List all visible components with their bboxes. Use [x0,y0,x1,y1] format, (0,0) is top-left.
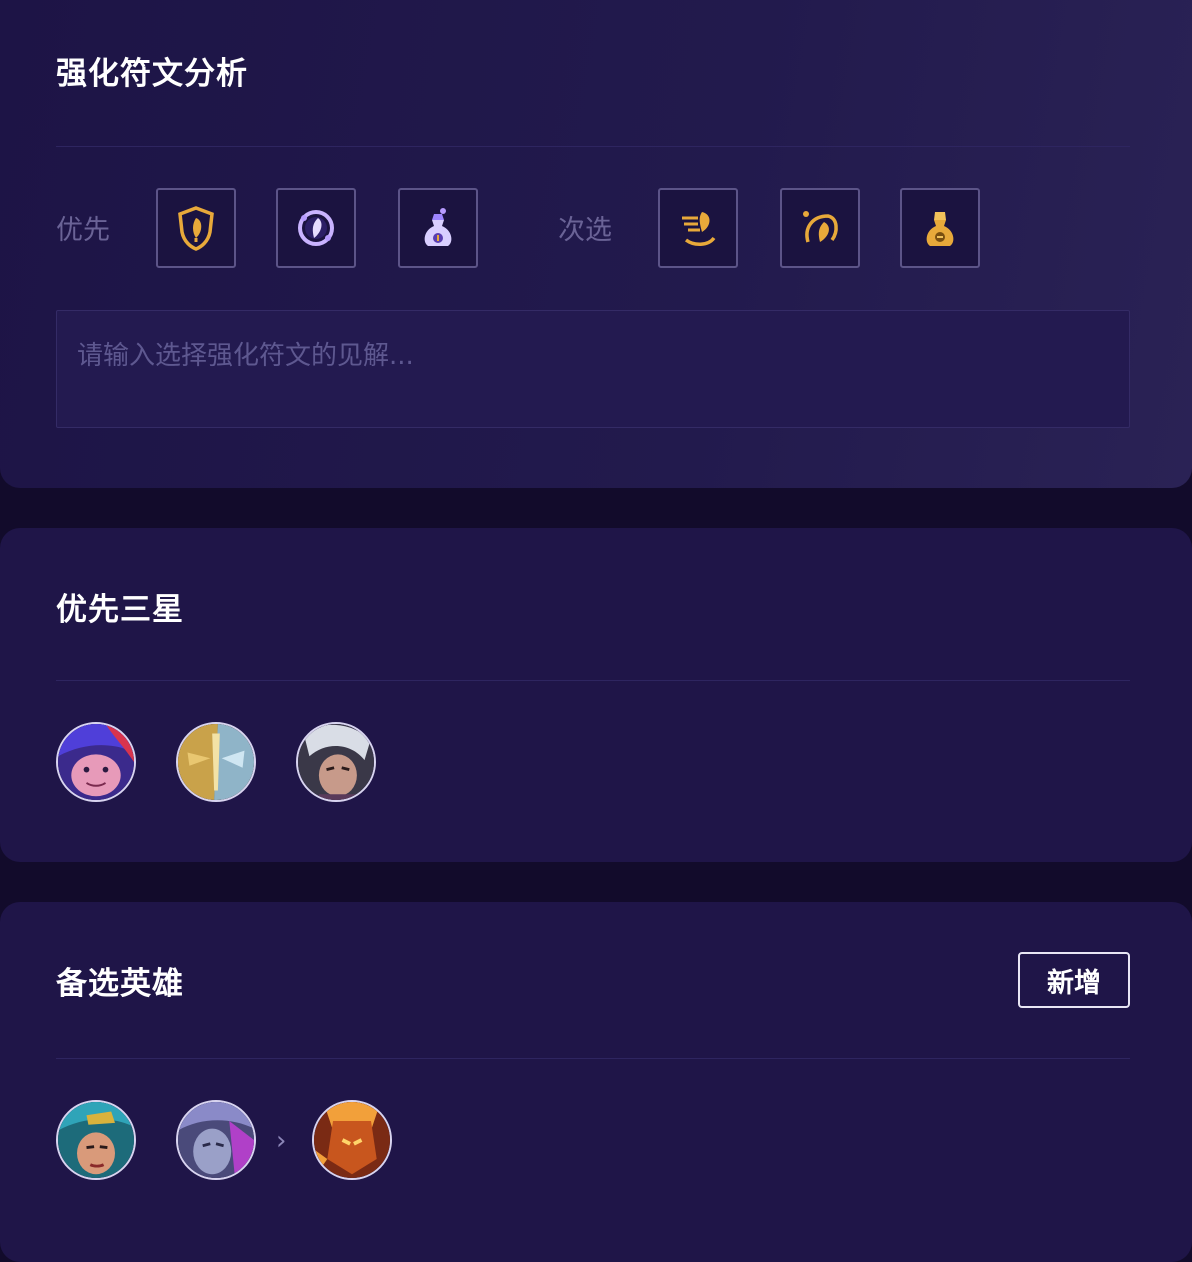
champion-portrait-4[interactable] [56,1100,136,1180]
secondary-label: 次选 [558,215,612,246]
backup-champions-card [0,902,1192,1262]
chevron-right-icon: › [276,1126,287,1156]
champion-portrait-3[interactable] [296,722,376,802]
divider [56,1058,1130,1059]
champion-portrait-5[interactable] [176,1100,256,1180]
horn-rune-icon[interactable] [780,188,860,268]
swirl-rune-icon[interactable] [658,188,738,268]
augment-analysis-title: 强化符文分析 [56,56,248,92]
gold-bag-rune-icon[interactable] [900,188,980,268]
three-star-card [0,528,1192,862]
priority-label: 优先 [56,215,110,246]
champion-portrait-6[interactable] [312,1100,392,1180]
augment-note-input[interactable] [56,310,1130,428]
add-button[interactable]: 新增 [1018,952,1130,1008]
backup-champions-title: 备选英雄 [56,966,184,1002]
orb-rune-icon[interactable] [276,188,356,268]
shield-rune-icon[interactable] [156,188,236,268]
champion-portrait-1[interactable] [56,722,136,802]
divider [56,146,1130,147]
divider [56,680,1130,681]
potion-bag-rune-icon[interactable] [398,188,478,268]
three-star-title: 优先三星 [56,592,184,628]
champion-portrait-2[interactable] [176,722,256,802]
